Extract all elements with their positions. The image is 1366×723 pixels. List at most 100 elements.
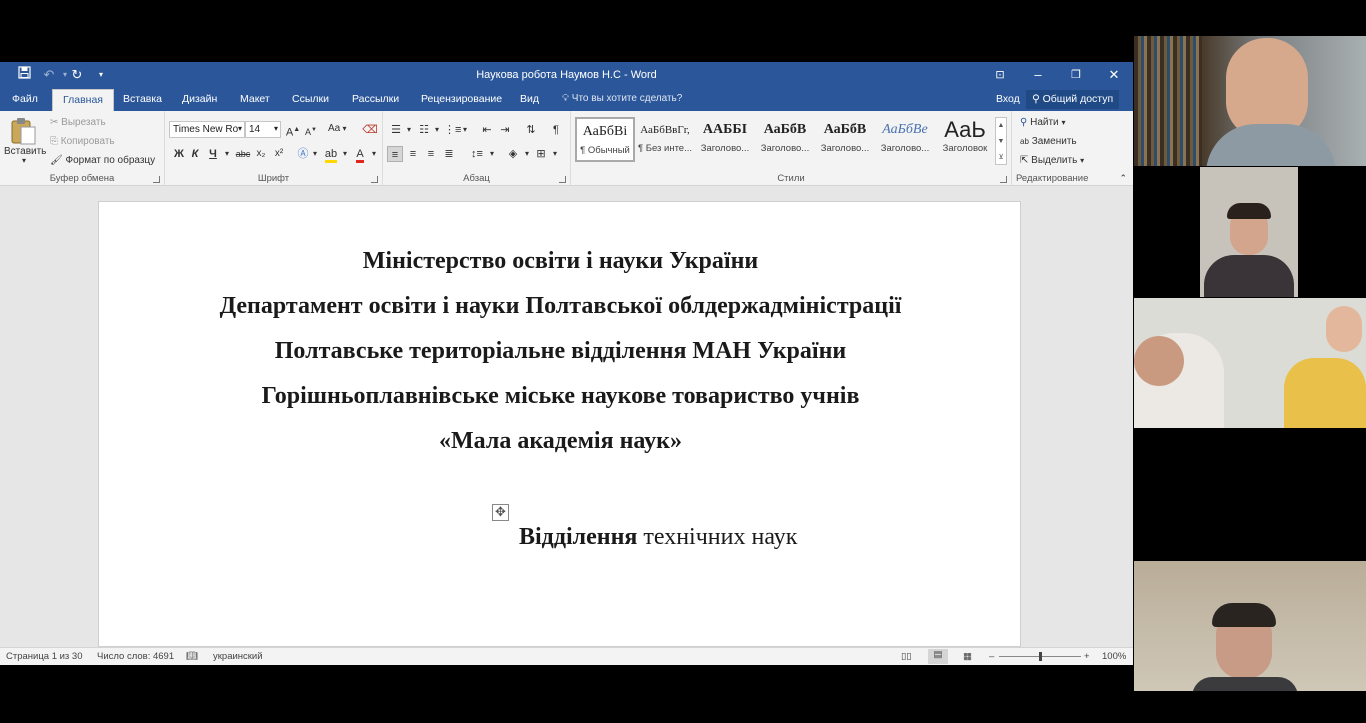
- chevron-down-icon[interactable]: ▾: [366, 146, 382, 162]
- subscript-button[interactable]: x₂: [253, 146, 269, 162]
- style-heading-4[interactable]: АаБбВе Заголово...: [875, 117, 935, 162]
- line-spacing-icon[interactable]: ↕≡: [469, 146, 485, 162]
- tab-home[interactable]: Главная: [52, 89, 114, 111]
- share-button[interactable]: ⚲ Общий доступ: [1026, 90, 1120, 109]
- sort-icon[interactable]: ⇅: [523, 122, 539, 138]
- tab-file[interactable]: Файл: [12, 93, 38, 105]
- find-button[interactable]: ⚲ Найти ▾: [1020, 117, 1065, 128]
- clear-formatting-icon[interactable]: ⌫: [362, 122, 378, 138]
- align-left-icon[interactable]: ≡: [387, 146, 403, 162]
- change-case-button[interactable]: Aa ▾: [328, 123, 346, 134]
- editing-group: ⚲ Найти ▾ ab Заменить ⇱ Выделить ▾ Редак…: [1012, 111, 1133, 186]
- shrink-font-icon[interactable]: A▼: [303, 122, 319, 138]
- style-caption: Заголово...: [760, 143, 810, 154]
- style-no-spacing[interactable]: АаБбВвГг, ¶ Без инте...: [635, 117, 695, 162]
- proofing-icon[interactable]: 📖︎: [186, 651, 198, 662]
- chevron-down-icon[interactable]: ▾: [401, 122, 417, 138]
- video-tile-3[interactable]: [1134, 298, 1366, 428]
- superscript-button[interactable]: x²: [271, 146, 287, 162]
- collapse-ribbon-icon[interactable]: ⌃: [1119, 173, 1127, 184]
- tab-review[interactable]: Рецензирование: [421, 93, 502, 105]
- paragraph-dialog-launcher[interactable]: [559, 176, 566, 183]
- paste-button[interactable]: Вставить ▾: [4, 116, 46, 166]
- minimize-icon[interactable]: –: [1023, 65, 1053, 85]
- italic-button[interactable]: К: [187, 146, 203, 162]
- word-count[interactable]: Число слов: 4691: [97, 651, 174, 662]
- page-count[interactable]: Страница 1 из 30: [6, 651, 83, 662]
- sign-in-link[interactable]: Вход: [996, 93, 1020, 105]
- chevron-down-icon: ▾: [273, 124, 278, 133]
- tab-view[interactable]: Вид: [520, 93, 539, 105]
- zoom-slider[interactable]: [999, 652, 1081, 661]
- font-size-select[interactable]: 14 ▾: [245, 121, 281, 138]
- zoom-in-icon[interactable]: +: [1084, 651, 1090, 662]
- decrease-indent-icon[interactable]: ⇤: [479, 122, 495, 138]
- editing-group-label: Редактирование: [1016, 173, 1089, 184]
- brush-icon: 🖌︎: [50, 155, 63, 166]
- print-layout-icon[interactable]: ▤: [928, 649, 948, 664]
- change-case-label: Aa: [328, 123, 341, 134]
- font-dialog-launcher[interactable]: [371, 176, 378, 183]
- chevron-down-icon[interactable]: ▾: [429, 122, 445, 138]
- document-area[interactable]: Міністерство освіти і науки України Депа…: [0, 186, 1133, 647]
- tab-references[interactable]: Ссылки: [292, 93, 329, 105]
- style-preview: ААББІ: [702, 122, 748, 137]
- read-mode-icon[interactable]: ▯▯: [901, 651, 911, 662]
- video-tile-1[interactable]: [1134, 36, 1366, 166]
- styles-gallery-scroller[interactable]: ▲ ▼ ⊻: [995, 117, 1007, 165]
- video-tile-4[interactable]: [1134, 561, 1366, 691]
- font-name-value: Times New Ro: [173, 124, 239, 135]
- select-button[interactable]: ⇱ Выделить ▾: [1020, 155, 1084, 166]
- zoom-out-icon[interactable]: –: [989, 651, 994, 662]
- tell-me-search[interactable]: 💡︎ Что вы хотите сделать?: [562, 93, 682, 104]
- grow-font-icon[interactable]: A▲: [285, 122, 301, 139]
- chevron-down-icon[interactable]: ▾: [307, 146, 323, 162]
- format-painter-label: Формат по образцу: [65, 155, 156, 166]
- replace-button[interactable]: ab Заменить: [1020, 136, 1077, 147]
- copy-button[interactable]: ⎘ Копировать: [50, 136, 115, 147]
- bold-button[interactable]: Ж: [171, 146, 187, 162]
- language-indicator[interactable]: украинский: [213, 651, 263, 662]
- style-title[interactable]: АаЬ Заголовок: [935, 117, 995, 162]
- copy-icon: ⎘: [50, 136, 58, 147]
- doc-line-academy: «Мала академія наук»: [438, 428, 683, 454]
- align-center-icon[interactable]: ≡: [405, 146, 421, 162]
- document-page[interactable]: Міністерство освіти і науки України Депа…: [98, 201, 1021, 647]
- tab-insert[interactable]: Вставка: [123, 93, 162, 105]
- style-heading-3[interactable]: АаБбВ Заголово...: [815, 117, 875, 162]
- font-name-select[interactable]: Times New Ro ▾: [169, 121, 245, 138]
- table-move-handle-icon[interactable]: ✥: [492, 504, 509, 521]
- strikethrough-button[interactable]: abc: [233, 146, 253, 162]
- increase-indent-icon[interactable]: ⇥: [497, 122, 513, 138]
- participant-shirt: [1204, 255, 1294, 297]
- restore-icon[interactable]: ❐: [1061, 65, 1091, 85]
- video-tile-2[interactable]: [1200, 167, 1298, 297]
- style-heading-1[interactable]: ААББІ Заголово...: [695, 117, 755, 162]
- style-normal[interactable]: АаБбВі ¶ Обычный: [575, 117, 635, 162]
- justify-icon[interactable]: ≣: [441, 146, 457, 162]
- tab-mailings[interactable]: Рассылки: [352, 93, 399, 105]
- chevron-down-icon[interactable]: ▾: [337, 146, 353, 162]
- align-right-icon[interactable]: ≡: [423, 146, 439, 162]
- pilcrow-icon[interactable]: ¶: [548, 122, 564, 138]
- close-icon[interactable]: ✕: [1099, 65, 1129, 85]
- web-layout-icon[interactable]: ▦: [963, 651, 972, 662]
- chevron-down-icon[interactable]: ▾: [547, 146, 563, 162]
- zoom-slider-thumb[interactable]: [1038, 652, 1042, 661]
- participant-right-hoodie: [1284, 358, 1366, 428]
- style-heading-2[interactable]: АаБбВ Заголово...: [755, 117, 815, 162]
- tab-design[interactable]: Дизайн: [182, 93, 217, 105]
- cut-button[interactable]: ✂ Вырезать: [50, 117, 106, 128]
- ribbon-display-options-icon[interactable]: ⊡: [985, 65, 1015, 85]
- participant-hair: [1227, 203, 1271, 219]
- zoom-level[interactable]: 100%: [1102, 651, 1126, 662]
- clipboard-dialog-launcher[interactable]: [153, 176, 160, 183]
- style-preview: АаБбВе: [882, 122, 928, 137]
- chevron-down-icon[interactable]: ▾: [457, 122, 473, 138]
- share-label: Общий доступ: [1042, 93, 1114, 105]
- doc-line-man-branch: Полтавське територіальне відділення МАН …: [274, 338, 847, 364]
- section-bold-text: Відділення: [519, 524, 638, 550]
- format-painter-button[interactable]: 🖌︎ Формат по образцу: [50, 155, 155, 166]
- tab-layout[interactable]: Макет: [240, 93, 270, 105]
- chevron-down-icon[interactable]: ▾: [484, 146, 500, 162]
